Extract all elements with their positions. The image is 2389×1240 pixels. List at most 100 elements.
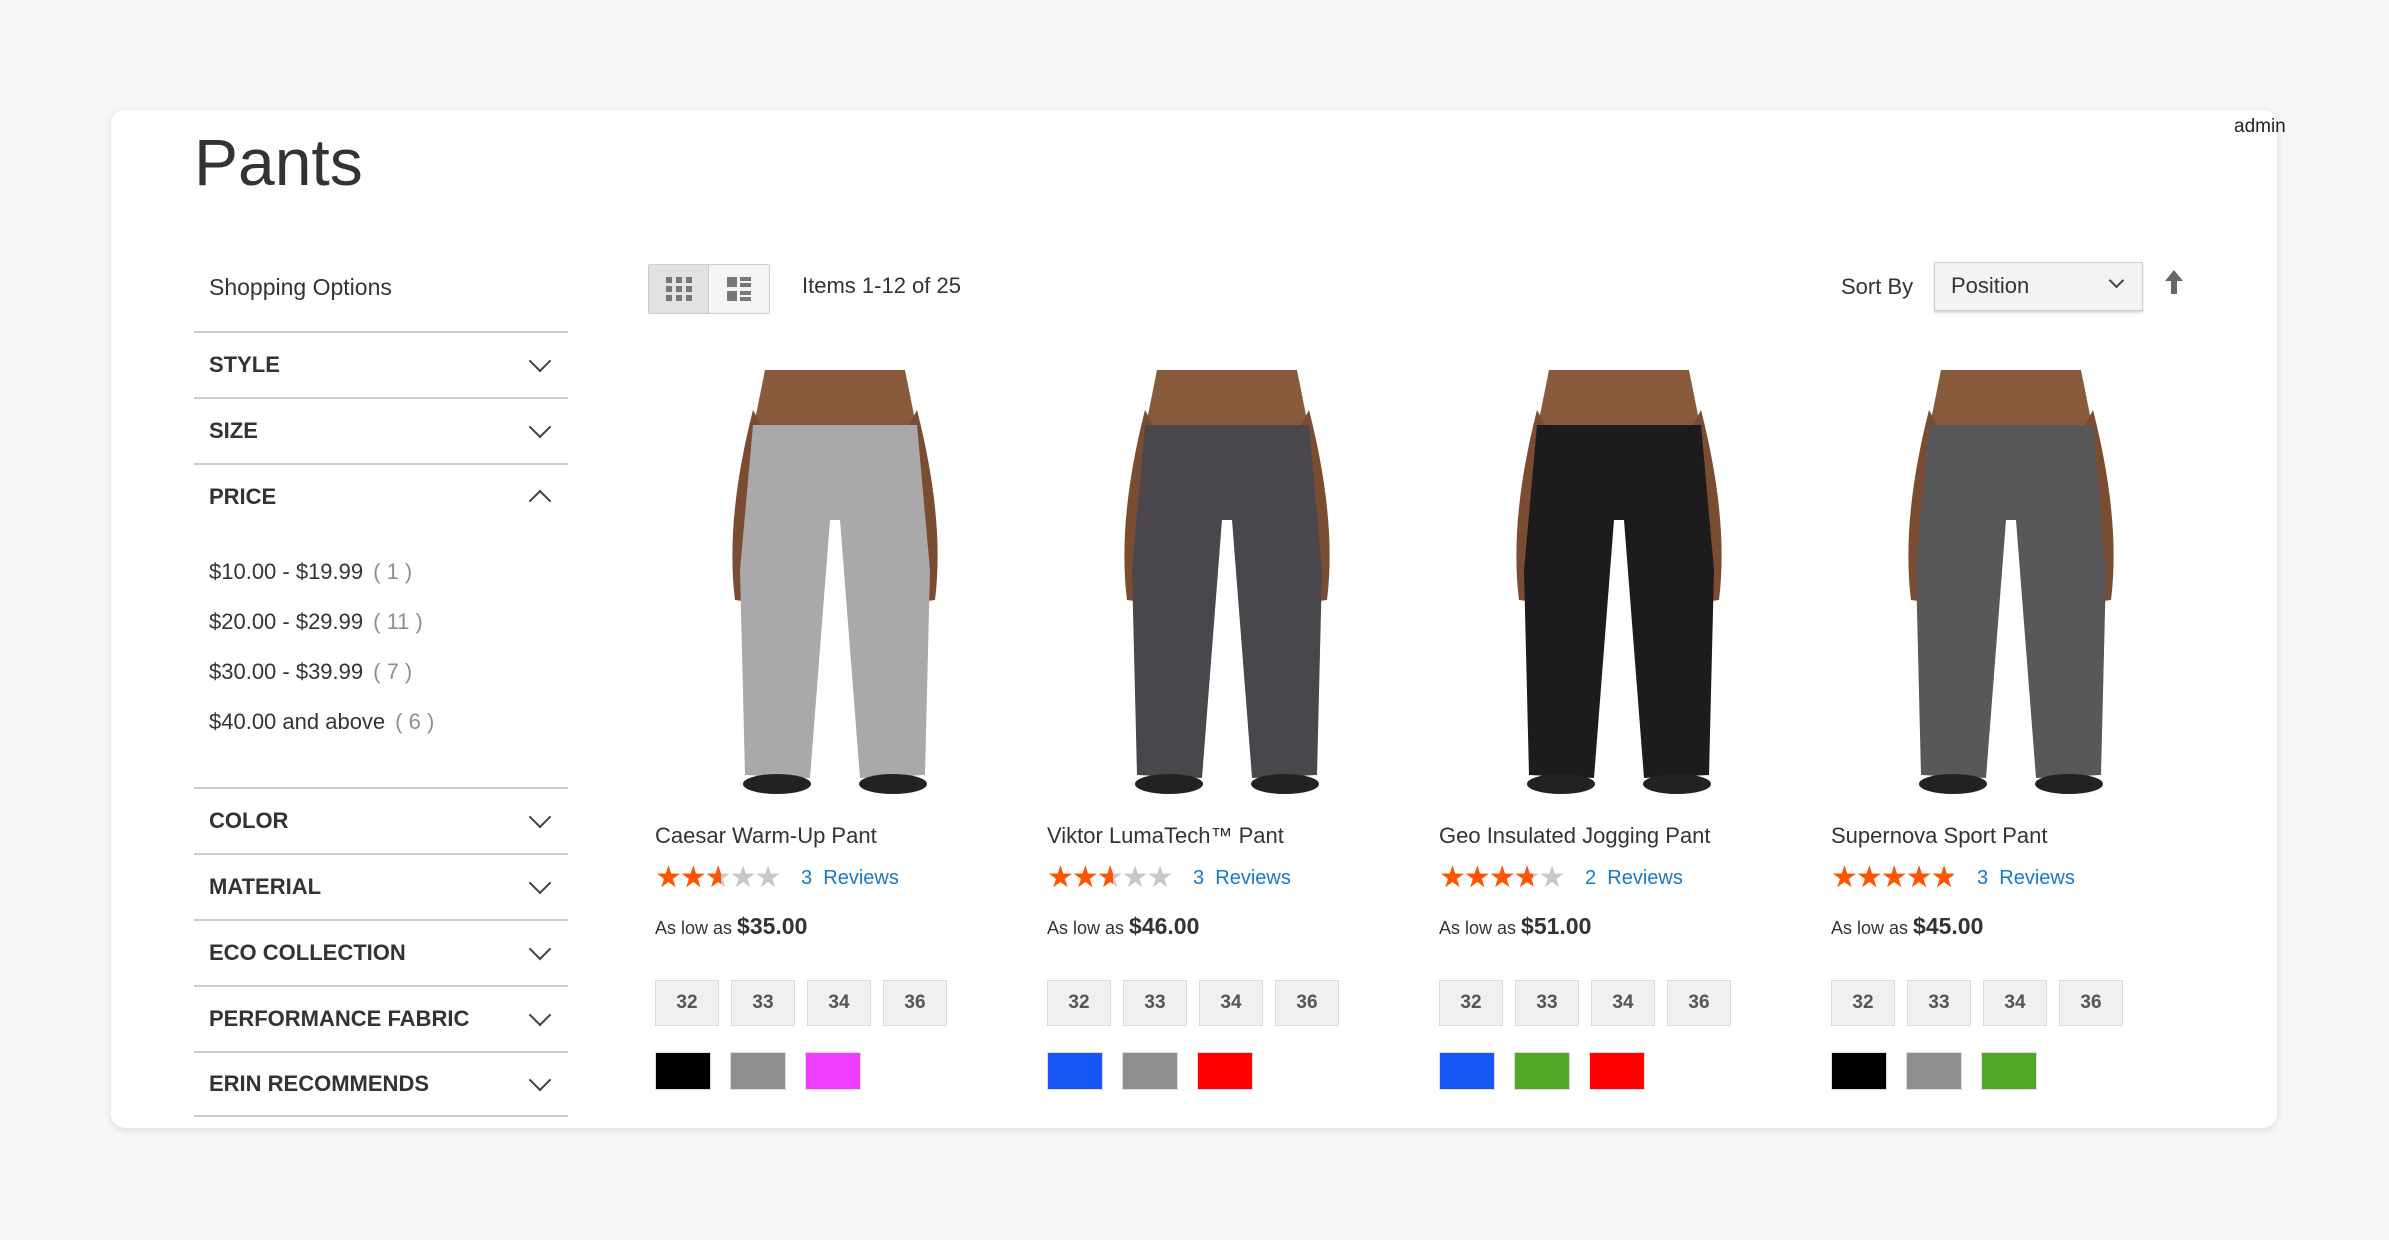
product-rating: ★★★★★★★★★★ 2 Reviews <box>1439 863 1799 893</box>
chevron-up-icon <box>528 489 552 513</box>
product-name[interactable]: Geo Insulated Jogging Pant <box>1439 823 1799 849</box>
chevron-down-icon <box>528 1068 552 1092</box>
color-option[interactable] <box>655 1052 711 1090</box>
price-option[interactable]: $40.00 and above( 6 ) <box>209 697 553 747</box>
filter-label: SIZE <box>209 418 258 443</box>
star-icon: ★★★★★ <box>1047 864 1113 892</box>
size-option[interactable]: 34 <box>1983 980 2047 1026</box>
product-rating: ★★★★★★★★★★ 3 Reviews <box>1831 863 2191 893</box>
product-price: As low as $35.00 <box>655 913 808 939</box>
color-option[interactable] <box>1514 1052 1570 1090</box>
color-option[interactable] <box>1439 1052 1495 1090</box>
price-option[interactable]: $20.00 - $29.99( 11 ) <box>209 597 553 647</box>
chevron-down-icon <box>528 871 552 895</box>
product-image[interactable] <box>655 370 1015 800</box>
size-option[interactable]: 34 <box>1591 980 1655 1026</box>
filter-color[interactable]: COLOR <box>194 787 568 853</box>
sort-by-label: Sort By <box>1841 274 1914 299</box>
reviews-link[interactable]: 3 Reviews <box>801 867 899 890</box>
size-swatches: 32 33 34 36 <box>1047 980 1407 1026</box>
reviews-link[interactable]: 3 Reviews <box>1977 867 2075 890</box>
color-option[interactable] <box>1589 1052 1645 1090</box>
size-option[interactable]: 36 <box>883 980 947 1026</box>
filter-label: ECO COLLECTION <box>209 940 406 965</box>
color-option[interactable] <box>1047 1052 1103 1090</box>
product-price: As low as $51.00 <box>1439 913 1592 939</box>
size-option[interactable]: 34 <box>1199 980 1263 1026</box>
size-option[interactable]: 36 <box>1275 980 1339 1026</box>
price-options: $10.00 - $19.99( 1 ) $20.00 - $29.99( 11… <box>194 529 568 787</box>
product-image[interactable] <box>1047 370 1407 800</box>
chevron-down-icon <box>528 349 552 373</box>
product-item: Viktor LumaTech™ Pant ★★★★★★★★★★ 3 Revie… <box>1047 370 1407 1090</box>
color-option[interactable] <box>730 1052 786 1090</box>
rating-stars: ★★★★★★★★★★ <box>655 863 795 893</box>
chevron-down-icon <box>528 937 552 961</box>
size-option[interactable]: 33 <box>1907 980 1971 1026</box>
filter-label: ERIN RECOMMENDS <box>209 1071 430 1096</box>
product-price: As low as $45.00 <box>1831 913 1984 939</box>
filter-size[interactable]: SIZE <box>194 397 568 463</box>
reviews-link[interactable]: 3 Reviews <box>1193 867 1291 890</box>
filter-material[interactable]: MATERIAL <box>194 853 568 919</box>
color-swatches <box>655 1052 1015 1090</box>
filter-label: STYLE <box>209 352 280 377</box>
color-option[interactable] <box>1981 1052 2037 1090</box>
items-count: Items 1-12 of 25 <box>802 273 961 298</box>
filter-eco-collection[interactable]: ECO COLLECTION <box>194 919 568 985</box>
catalog-card: admin Pants Shopping Options STYLE SIZE … <box>111 110 2286 1128</box>
sort-direction-button[interactable] <box>2165 270 2183 301</box>
filter-style[interactable]: STYLE <box>194 331 568 397</box>
chevron-down-icon <box>2108 272 2125 289</box>
color-option[interactable] <box>1906 1052 1962 1090</box>
star-icon: ★★★★★ <box>655 864 721 892</box>
size-option[interactable]: 32 <box>655 980 719 1026</box>
product-item: Supernova Sport Pant ★★★★★ ★★★★★ 3 Review… <box>1831 370 2191 1090</box>
price-option[interactable]: $10.00 - $19.99( 1 ) <box>209 547 553 597</box>
size-option[interactable]: 34 <box>807 980 871 1026</box>
chevron-down-icon <box>528 415 552 439</box>
sort-value: Position <box>1951 273 2030 298</box>
sort-select[interactable]: Position <box>1934 262 2143 311</box>
size-option[interactable]: 32 <box>1831 980 1895 1026</box>
color-option[interactable] <box>1197 1052 1253 1090</box>
chevron-down-icon <box>528 805 552 829</box>
size-option[interactable]: 32 <box>1047 980 1111 1026</box>
admin-label[interactable]: admin <box>2234 116 2286 138</box>
size-option[interactable]: 32 <box>1439 980 1503 1026</box>
color-option[interactable] <box>1831 1052 1887 1090</box>
page-title: Pants <box>194 125 363 199</box>
color-swatches <box>1047 1052 1407 1090</box>
color-option[interactable] <box>805 1052 861 1090</box>
size-swatches: 32 33 34 36 <box>655 980 1015 1026</box>
product-image[interactable] <box>1831 370 2191 800</box>
size-option[interactable]: 33 <box>1123 980 1187 1026</box>
reviews-link[interactable]: 2 Reviews <box>1585 867 1683 890</box>
product-name[interactable]: Caesar Warm-Up Pant <box>655 823 1015 849</box>
product-name[interactable]: Supernova Sport Pant <box>1831 823 2191 849</box>
size-option[interactable]: 33 <box>731 980 795 1026</box>
size-option[interactable]: 36 <box>2059 980 2123 1026</box>
product-name[interactable]: Viktor LumaTech™ Pant <box>1047 823 1407 849</box>
product-image[interactable] <box>1439 370 1799 800</box>
grid-icon <box>665 277 692 301</box>
list-view-button[interactable] <box>709 265 769 313</box>
rating-stars: ★★★★★★★★★★ <box>1047 863 1187 893</box>
filter-label: PERFORMANCE FABRIC <box>209 1006 470 1031</box>
grid-view-button[interactable] <box>649 265 709 313</box>
filter-price[interactable]: PRICE <box>194 463 568 529</box>
filter-label: MATERIAL <box>209 874 322 899</box>
view-mode-switcher <box>648 264 770 314</box>
color-swatches <box>1831 1052 2191 1090</box>
filter-label: COLOR <box>209 808 289 833</box>
size-swatches: 32 33 34 36 <box>1439 980 1799 1026</box>
chevron-down-icon <box>528 1003 552 1027</box>
size-option[interactable]: 36 <box>1667 980 1731 1026</box>
list-icon <box>727 277 751 301</box>
size-option[interactable]: 33 <box>1515 980 1579 1026</box>
color-option[interactable] <box>1122 1052 1178 1090</box>
price-option[interactable]: $30.00 - $39.99( 7 ) <box>209 647 553 697</box>
filter-erin-recommends[interactable]: ERIN RECOMMENDS <box>194 1051 568 1117</box>
rating-stars: ★★★★★★★★★★ <box>1831 863 1971 893</box>
filter-performance-fabric[interactable]: PERFORMANCE FABRIC <box>194 985 568 1051</box>
